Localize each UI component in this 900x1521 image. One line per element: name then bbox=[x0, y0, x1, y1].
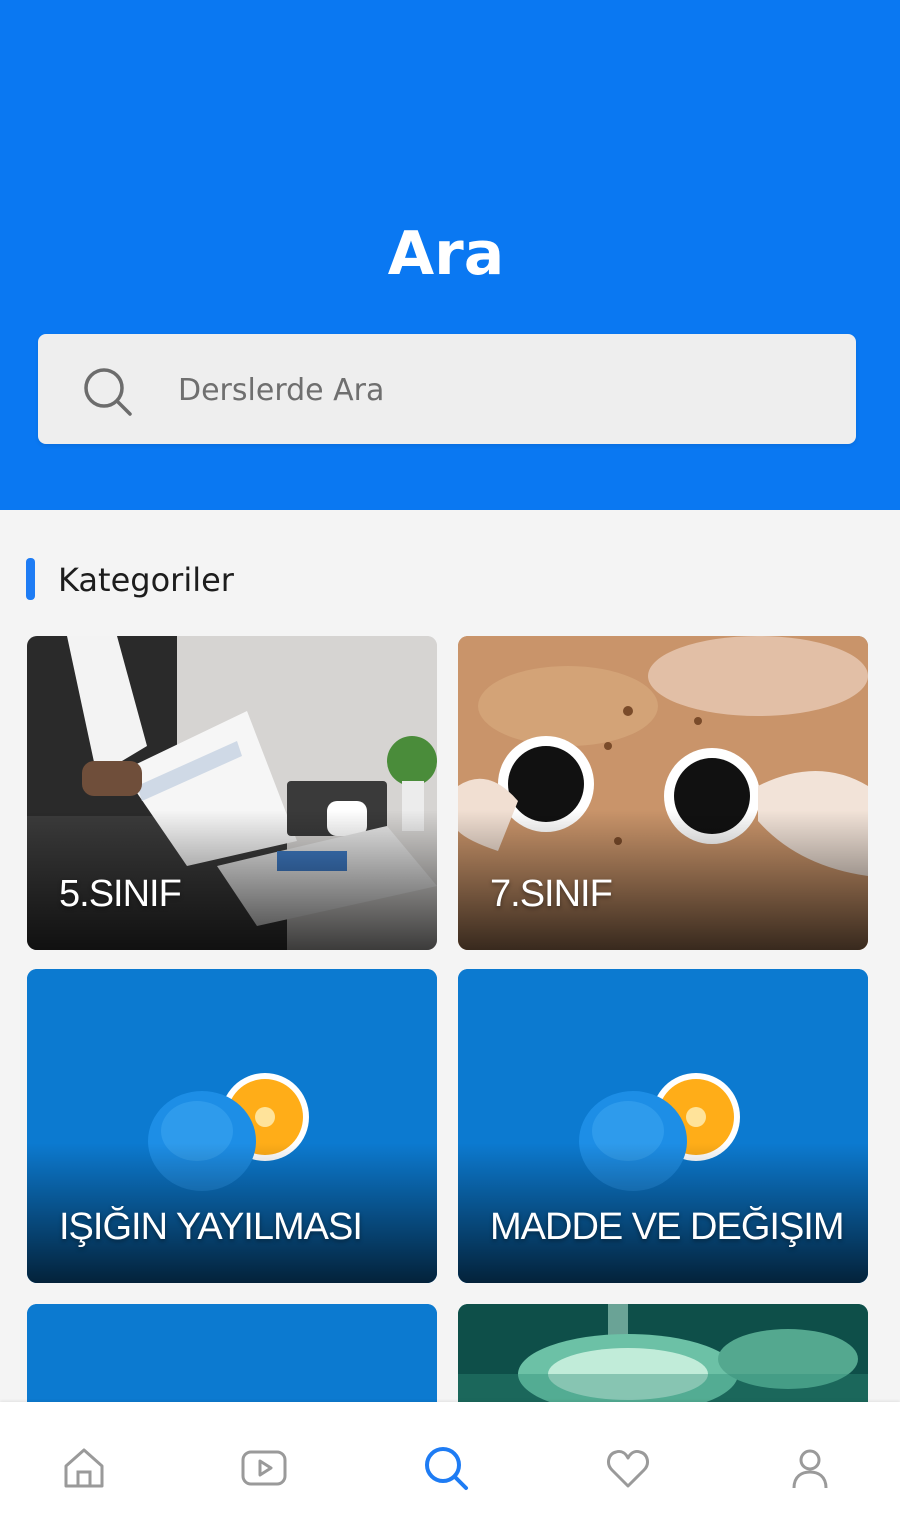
category-label: MADDE VE DEĞIŞIM bbox=[490, 1206, 844, 1248]
category-card-5[interactable] bbox=[27, 1304, 437, 1414]
header: Ara bbox=[0, 0, 900, 510]
category-label: 5.SINIF bbox=[59, 873, 182, 915]
category-label: IŞIĞIN YAYILMASI bbox=[59, 1206, 363, 1248]
section-accent-bar bbox=[26, 558, 35, 600]
category-card-6[interactable] bbox=[458, 1304, 868, 1414]
blue-photo bbox=[27, 1304, 437, 1414]
nav-profile[interactable] bbox=[786, 1444, 842, 1492]
nav-favorites[interactable] bbox=[604, 1444, 660, 1492]
category-card-madde-ve-degisim[interactable]: MADDE VE DEĞIŞIM bbox=[458, 969, 868, 1283]
category-label: 7.SINIF bbox=[490, 873, 613, 915]
category-card-5-sinif[interactable]: 5.SINIF bbox=[27, 636, 437, 950]
category-card-isigin-yayilmasi[interactable]: IŞIĞIN YAYILMASI bbox=[27, 969, 437, 1283]
section-title: Kategoriler bbox=[58, 561, 234, 599]
surgical-lamp-photo bbox=[458, 1304, 868, 1414]
home-icon bbox=[64, 1448, 104, 1488]
nav-home[interactable] bbox=[60, 1444, 116, 1492]
user-icon bbox=[792, 1449, 828, 1489]
search-input[interactable] bbox=[178, 360, 818, 420]
category-card-7-sinif[interactable]: 7.SINIF bbox=[458, 636, 868, 950]
search-icon[interactable] bbox=[82, 366, 134, 418]
heart-icon bbox=[607, 1450, 649, 1488]
bottom-navigation bbox=[0, 1402, 900, 1521]
search-screen: Ara Kategoriler 5.SIN bbox=[0, 0, 900, 1521]
search-icon bbox=[425, 1447, 468, 1490]
video-play-icon bbox=[241, 1450, 287, 1486]
nav-search[interactable] bbox=[422, 1444, 478, 1492]
nav-videos[interactable] bbox=[240, 1444, 296, 1492]
page-title: Ara bbox=[387, 219, 505, 289]
